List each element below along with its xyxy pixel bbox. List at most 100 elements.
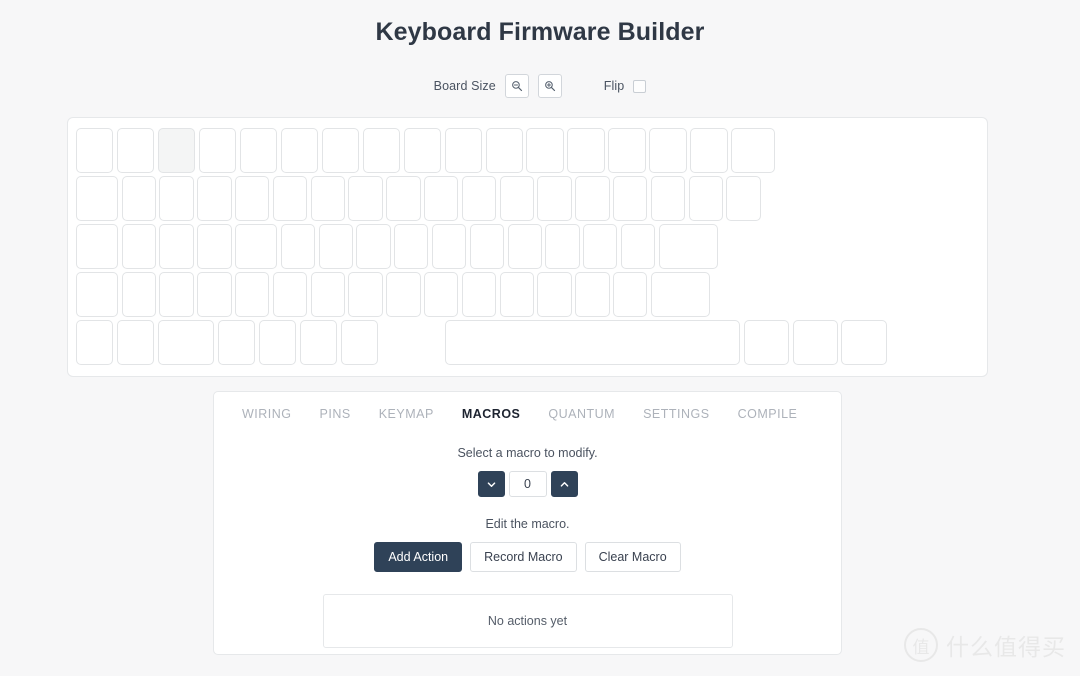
keyboard-key[interactable] (537, 176, 572, 221)
keyboard-key[interactable] (649, 128, 687, 173)
macro-index-input[interactable]: 0 (508, 471, 547, 497)
board-toolbar: Board Size Flip (0, 73, 1080, 99)
keyboard-key[interactable] (258, 320, 297, 365)
keyboard-key[interactable] (386, 176, 421, 221)
keyboard-key[interactable] (485, 128, 523, 173)
keyboard-key[interactable] (499, 176, 534, 221)
keyboard-key[interactable] (310, 176, 345, 221)
keyboard-key[interactable] (280, 224, 316, 269)
tab-macros[interactable]: MACROS (448, 403, 535, 425)
keyboard-key[interactable] (526, 128, 564, 173)
keyboard-key[interactable] (608, 128, 646, 173)
keyboard-key[interactable] (157, 320, 215, 365)
keyboard-key[interactable] (157, 128, 196, 173)
keyboard-key[interactable] (348, 176, 383, 221)
keyboard-key[interactable] (362, 128, 401, 173)
keyboard-key[interactable] (197, 272, 232, 317)
keyboard-key[interactable] (461, 176, 497, 221)
keyboard-key[interactable] (537, 272, 572, 317)
keyboard-key[interactable] (76, 272, 119, 317)
keyboard-key[interactable] (403, 128, 442, 173)
flip-checkbox[interactable] (633, 79, 647, 93)
keyboard-key[interactable] (688, 176, 723, 221)
keyboard-key[interactable] (499, 272, 534, 317)
keyboard-key[interactable] (792, 320, 838, 365)
keyboard-key[interactable] (76, 128, 114, 173)
keyboard-key[interactable] (841, 320, 887, 365)
keyboard-key[interactable] (76, 320, 114, 365)
keyboard-key[interactable] (507, 224, 542, 269)
keyboard-key[interactable] (197, 176, 232, 221)
tab-wiring[interactable]: WIRING (228, 403, 306, 425)
chevron-up-icon (560, 481, 568, 487)
keyboard-key[interactable] (743, 320, 790, 365)
keyboard-key[interactable] (348, 272, 383, 317)
keyboard-key[interactable] (431, 224, 467, 269)
tab-compile[interactable]: COMPILE (724, 403, 812, 425)
keyboard-key[interactable] (424, 272, 459, 317)
keyboard-key[interactable] (394, 224, 429, 269)
keyboard-key[interactable] (545, 224, 580, 269)
keyboard-key[interactable] (116, 128, 155, 173)
keyboard-key[interactable] (583, 224, 618, 269)
macro-decrement-button[interactable] (477, 471, 505, 497)
keyboard-key[interactable] (159, 176, 194, 221)
keyboard-key[interactable] (613, 272, 648, 317)
keyboard-key[interactable] (424, 176, 459, 221)
keyboard-key[interactable] (280, 128, 319, 173)
keyboard-key[interactable] (731, 128, 775, 173)
keyboard-key[interactable] (272, 272, 308, 317)
keyboard-key[interactable] (567, 128, 605, 173)
keyboard-key[interactable] (198, 128, 237, 173)
keyboard-panel (67, 117, 988, 377)
keyboard-key[interactable] (76, 224, 119, 269)
record-macro-button[interactable]: Record Macro (470, 542, 577, 572)
keyboard-key[interactable] (159, 272, 194, 317)
keyboard-key[interactable] (575, 272, 610, 317)
keyboard-key[interactable] (116, 320, 155, 365)
select-macro-label: Select a macro to modify. (457, 446, 598, 460)
keyboard-key[interactable] (121, 176, 156, 221)
macro-action-buttons: Add Action Record Macro Clear Macro (214, 542, 841, 572)
keyboard-key[interactable] (340, 320, 379, 365)
keyboard-key[interactable] (613, 176, 648, 221)
keyboard-key[interactable] (321, 128, 360, 173)
tab-settings[interactable]: SETTINGS (629, 403, 724, 425)
keyboard-key[interactable] (620, 224, 656, 269)
keyboard-key[interactable] (690, 128, 728, 173)
keyboard-key[interactable] (444, 320, 741, 365)
keyboard-key[interactable] (235, 176, 270, 221)
tab-quantum[interactable]: QUANTUM (534, 403, 629, 425)
keyboard-key[interactable] (726, 176, 761, 221)
keyboard-key[interactable] (310, 272, 345, 317)
page-title: Keyboard Firmware Builder (375, 18, 705, 46)
keyboard-key[interactable] (658, 224, 719, 269)
keyboard-key[interactable] (650, 272, 711, 317)
keyboard-key[interactable] (159, 224, 194, 269)
magnifier-minus-icon[interactable] (504, 74, 529, 98)
keyboard-key[interactable] (356, 224, 391, 269)
keyboard-key[interactable] (235, 224, 278, 269)
keyboard-key[interactable] (217, 320, 256, 365)
keyboard-key[interactable] (386, 272, 421, 317)
add-action-button[interactable]: Add Action (374, 542, 463, 572)
keyboard-key[interactable] (121, 272, 156, 317)
keyboard-key[interactable] (650, 176, 686, 221)
keyboard-key[interactable] (299, 320, 338, 365)
keyboard-key[interactable] (469, 224, 505, 269)
keyboard-key[interactable] (121, 224, 156, 269)
keyboard-key[interactable] (235, 272, 270, 317)
keyboard-key[interactable] (76, 176, 119, 221)
keyboard-key[interactable] (575, 176, 610, 221)
tab-keymap[interactable]: KEYMAP (365, 403, 448, 425)
magnifier-plus-icon[interactable] (537, 74, 562, 98)
keyboard-key[interactable] (272, 176, 308, 221)
keyboard-key[interactable] (197, 224, 232, 269)
tab-pins[interactable]: PINS (306, 403, 365, 425)
clear-macro-button[interactable]: Clear Macro (584, 542, 681, 572)
keyboard-key[interactable] (444, 128, 482, 173)
keyboard-key[interactable] (318, 224, 353, 269)
keyboard-key[interactable] (239, 128, 278, 173)
macro-increment-button[interactable] (550, 471, 578, 497)
keyboard-key[interactable] (461, 272, 497, 317)
